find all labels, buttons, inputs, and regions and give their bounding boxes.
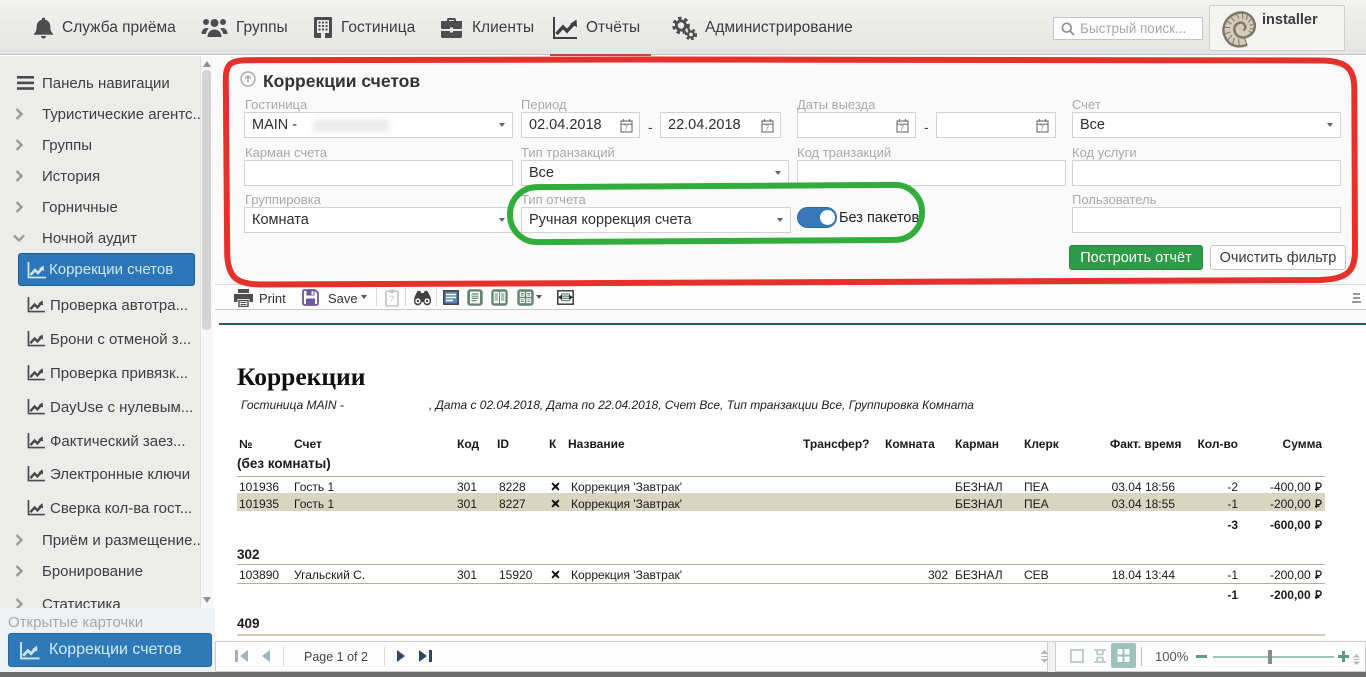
- svg-text:7: 7: [624, 124, 628, 133]
- svg-text:7: 7: [1040, 124, 1044, 133]
- svg-text:7: 7: [900, 124, 904, 133]
- svg-text:7: 7: [765, 124, 769, 133]
- svg-text:?: ?: [389, 294, 394, 304]
